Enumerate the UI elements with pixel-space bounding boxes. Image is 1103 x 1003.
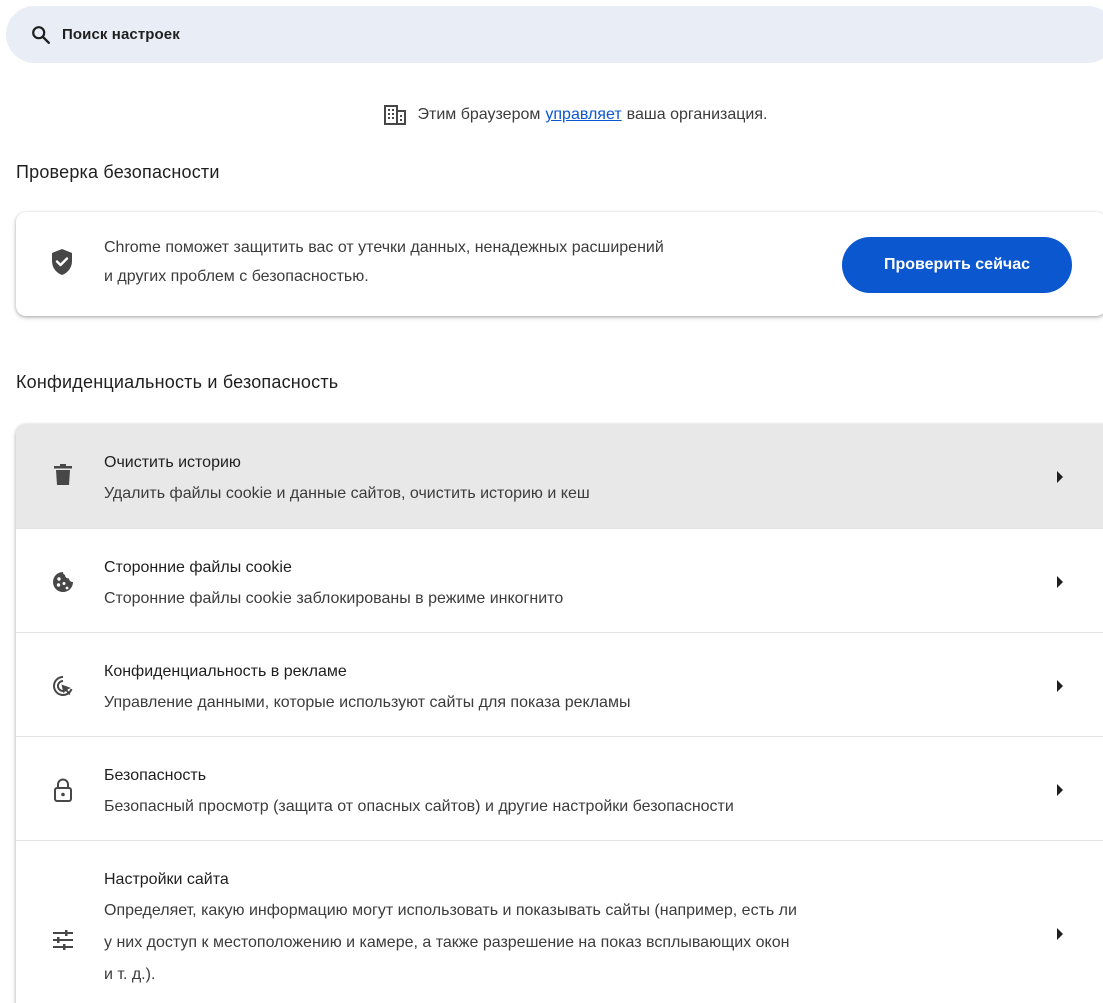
item-subtitle-line: Безопасный просмотр (защита от опасных с… bbox=[104, 798, 734, 815]
item-subtitle: Сторонние файлы cookie заблокированы в р… bbox=[104, 583, 1004, 615]
managed-suffix: ваша организация. bbox=[626, 106, 768, 123]
check-now-button[interactable]: Проверить сейчас bbox=[842, 237, 1072, 293]
shield-check-icon bbox=[50, 248, 74, 276]
search-icon bbox=[28, 22, 54, 48]
clear-history-item[interactable]: Очистить историю Удалить файлы cookie и … bbox=[16, 424, 1103, 528]
tune-icon bbox=[50, 927, 76, 953]
item-title: Сторонние файлы cookie bbox=[104, 559, 292, 576]
privacy-heading: Конфиденциальность и безопасность bbox=[16, 372, 339, 392]
item-subtitle: Удалить файлы cookie и данные сайтов, оч… bbox=[104, 478, 1004, 510]
chevron-right-icon bbox=[1055, 927, 1065, 941]
safety-check-description: Chrome поможет защитить вас от утечки да… bbox=[104, 233, 839, 291]
item-subtitle-line: и т. д.). bbox=[104, 966, 156, 983]
item-subtitle-line: у них доступ к местоположению и камере, … bbox=[104, 934, 790, 951]
managed-prefix: Этим браузером bbox=[417, 106, 541, 123]
chevron-right-icon bbox=[1055, 575, 1065, 589]
security-item[interactable]: Безопасность Безопасный просмотр (защита… bbox=[16, 736, 1103, 840]
site-settings-item[interactable]: Настройки сайта Определяет, какую информ… bbox=[16, 840, 1103, 1003]
chevron-right-icon bbox=[1055, 470, 1065, 484]
item-subtitle: Определяет, какую информацию могут испол… bbox=[104, 895, 1004, 991]
item-title: Настройки сайта bbox=[104, 871, 229, 888]
item-subtitle-line: Удалить файлы cookie и данные сайтов, оч… bbox=[104, 485, 590, 502]
search-bar[interactable]: Поиск настроек bbox=[6, 6, 1103, 63]
search-input[interactable]: Поиск настроек bbox=[62, 26, 180, 43]
cookie-icon bbox=[50, 569, 76, 595]
settings-page: Поиск настроек Этим браузером управляет … bbox=[0, 0, 1103, 1003]
safety-check-line-2: и других проблем с безопасностью. bbox=[104, 268, 369, 285]
safety-check-card: Chrome поможет защитить вас от утечки да… bbox=[16, 212, 1103, 316]
item-subtitle-line: Определяет, какую информацию могут испол… bbox=[104, 902, 797, 919]
building-icon bbox=[383, 104, 406, 126]
trash-icon bbox=[50, 462, 76, 488]
item-subtitle: Управление данными, которые используют с… bbox=[104, 687, 1004, 719]
chevron-right-icon bbox=[1055, 679, 1065, 693]
managed-notice: Этим браузером управляет ваша организаци… bbox=[0, 100, 1103, 130]
privacy-list: Очистить историю Удалить файлы cookie и … bbox=[16, 424, 1103, 1003]
lock-icon bbox=[50, 777, 76, 803]
safety-check-line-1: Chrome поможет защитить вас от утечки да… bbox=[104, 239, 664, 256]
item-subtitle: Безопасный просмотр (защита от опасных с… bbox=[104, 791, 1004, 823]
managed-link[interactable]: управляет bbox=[545, 106, 621, 124]
item-subtitle-line: Сторонние файлы cookie заблокированы в р… bbox=[104, 590, 564, 607]
item-title: Очистить историю bbox=[104, 454, 241, 471]
chevron-right-icon bbox=[1055, 783, 1065, 797]
safety-check-heading: Проверка безопасности bbox=[16, 162, 220, 182]
item-title: Безопасность bbox=[104, 767, 207, 784]
third-party-cookies-item[interactable]: Сторонние файлы cookie Сторонние файлы c… bbox=[16, 528, 1103, 632]
ad-privacy-icon bbox=[50, 673, 76, 699]
item-subtitle-line: Управление данными, которые используют с… bbox=[104, 694, 631, 711]
item-title: Конфиденциальность в рекламе bbox=[104, 663, 347, 680]
ad-privacy-item[interactable]: Конфиденциальность в рекламе Управление … bbox=[16, 632, 1103, 736]
